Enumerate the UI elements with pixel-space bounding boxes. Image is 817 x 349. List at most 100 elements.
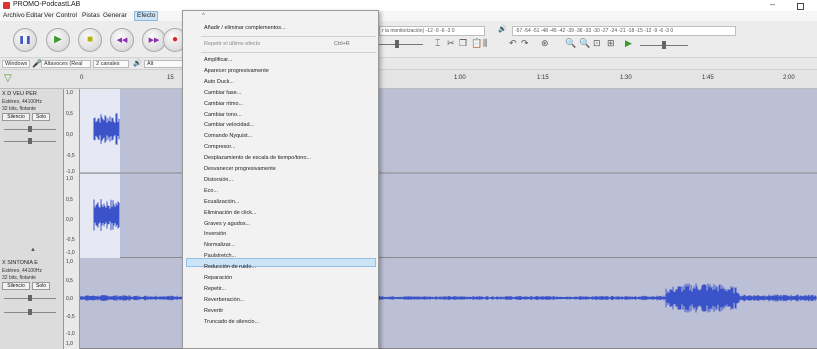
menu-item-effect[interactable]: Cambiar tono... [204,112,242,118]
menu-item-effect[interactable]: Truncado de silencio... [204,319,259,325]
redo-icon[interactable]: ↷ [521,38,529,49]
menu-item-effect[interactable]: Eco... [204,188,218,194]
menu-item-effect[interactable]: Graves y agudos... [204,221,250,227]
menu-item-effect[interactable]: Cambiar ritmo... [204,101,243,107]
menu-item-effect[interactable]: Amplificar... [204,57,232,63]
play-button[interactable]: ▶ [46,28,70,52]
channels-select[interactable]: 2 canales [93,60,129,68]
menu-item-effect[interactable]: Revertir [204,308,223,314]
menu-item-effect[interactable]: Reparación [204,275,232,281]
fit-project-icon[interactable]: ⊞ [607,38,615,49]
zoom-in-icon[interactable]: 🔍 [565,38,576,49]
menu-item-effect[interactable]: Comando Nyquist... [204,133,252,139]
menu-item-effect[interactable]: Auto Duck... [204,79,234,85]
menu-efecto[interactable]: Efecto [134,11,159,21]
menu-item-effect[interactable]: Paulstretch... [204,253,236,259]
sync-lock-icon[interactable]: ⊛ [541,38,549,49]
menu-control[interactable]: Control [56,12,77,19]
menu-item-effect[interactable]: Eliminación de click... [204,210,257,216]
maximize-button[interactable] [797,3,804,10]
speaker-icon: 🔊 [498,26,507,33]
playback-device-select[interactable]: Alt [144,60,184,68]
track-name[interactable]: X SINTONIA E [2,260,38,266]
tick-label: 15 [167,75,174,81]
scale-label: 0,0 [66,296,73,302]
play-speed-knob[interactable] [662,41,666,49]
mute-button[interactable]: Silencio [2,282,30,290]
play-at-speed-icon[interactable]: ▶ [625,38,632,49]
tick-label: 1:30 [620,75,632,81]
menu-pistas[interactable]: Pistas [82,12,100,19]
scroll-up-icon[interactable]: ^ [202,13,205,19]
solo-button[interactable]: Solo [32,282,50,290]
playback-meter[interactable]: -57 -54 -51 -48 -45 -42 -39 -36 -33 -30 … [512,26,736,36]
track-name[interactable]: X D VEU PER [2,91,37,97]
gain-knob[interactable] [28,126,32,132]
menu-item-effect[interactable]: Repetir... [204,286,226,292]
fit-selection-icon[interactable]: ⊡ [593,38,601,49]
menu-item-effect[interactable]: Cambiar fase... [204,90,241,96]
undo-icon[interactable]: ↶ [509,38,517,49]
scale-label: -0,5 [66,153,75,159]
pause-button[interactable]: ❚❚ [13,28,37,52]
menu-ver[interactable]: Ver [44,12,54,19]
recording-volume-slider[interactable] [379,44,423,45]
scale-label: -0,5 [66,314,75,320]
pan-knob[interactable] [28,309,32,315]
recording-device-select[interactable]: Altavoces (Real [41,60,91,68]
timeline-ruler[interactable]: ▽ 0 15 1:00 1:15 1:30 1:45 2:00 [0,70,817,89]
menu-archivo[interactable]: Archivo [3,12,25,19]
cut-icon[interactable]: ✂ [447,38,455,49]
amplitude-scale: 1,0 0,5 0,0 -0,5 -1,0 1,0 [64,258,80,349]
audio-host-select[interactable]: Windows [2,60,30,68]
window-title: PROMO-PodcastLAB [13,1,81,8]
zoom-out-icon[interactable]: 🔍 [579,38,590,49]
menu-item-effect[interactable]: Compresor... [204,144,235,150]
menu-item-effect[interactable]: Aparecer progresivamente [204,68,269,74]
menu-editar[interactable]: Editar [26,12,43,19]
menu-item-effect[interactable]: Normalizar... [204,242,235,248]
gain-knob[interactable] [28,295,32,301]
menu-item-effect[interactable]: Inversión [204,231,226,237]
gain-slider[interactable] [4,126,56,132]
recording-volume-knob[interactable] [395,40,399,48]
paste-icon[interactable]: 📋 [471,38,482,49]
toolbar: ❚❚ ▶ ■ ◀◀ ▶▶ ● r la monitorización) -12 … [0,21,817,58]
track-format: Estéreo, 44100Hz [2,99,43,105]
solo-button[interactable]: Solo [32,113,50,121]
collapse-track-icon[interactable]: ▲ [30,247,36,253]
scale-label: 1,0 [66,341,73,347]
stop-button[interactable]: ■ [78,28,102,52]
menu-item-effect[interactable]: Desvanecer progresivamente [204,166,276,172]
copy-icon[interactable]: ❐ [459,38,467,49]
track-control-panel[interactable]: X SINTONIA E Estéreo, 44100Hz 32 bits, f… [0,258,64,349]
skip-to-start-button[interactable]: ◀◀ [110,28,134,52]
mute-button[interactable]: Silencio [2,113,30,121]
track-control-panel[interactable]: X D VEU PER Estéreo, 44100Hz 32 bits, fl… [0,89,64,258]
timeline-options-icon[interactable]: ▽ [4,73,12,84]
scale-label: 0,0 [66,217,73,223]
recording-meter[interactable]: r la monitorización) -12 -9 -6 -3 0 [379,26,485,36]
scale-label: -1,0 [66,331,75,337]
pan-knob[interactable] [28,138,32,144]
menu-item-effect[interactable]: Reverberación... [204,297,244,303]
minimize-button[interactable]: – [770,0,775,9]
menu-item-add-remove-plugins[interactable]: Añadir / eliminar complementos... [204,25,286,31]
track-bitdepth: 32 bits, flotante [2,275,36,281]
pan-slider[interactable] [4,138,56,144]
menu-item-repeat-last[interactable]: Repetir el último efecto [204,41,260,47]
menu-item-effect[interactable]: Cambiar velocidad... [204,122,254,128]
menu-item-effect[interactable]: Reducción de ruido... [204,264,256,270]
silence-icon[interactable]: ⫼ [483,38,487,49]
skip-end-icon: ▶▶ [148,37,160,44]
pan-slider[interactable] [4,309,56,315]
track-format: Estéreo, 44100Hz [2,268,43,274]
menu-generar[interactable]: Generar [103,12,127,19]
menu-item-effect[interactable]: Ecualización... [204,199,239,205]
amplitude-scale: 1,0 0,5 0,0 -0,5 -1,0 1,0 0,5 0,0 -0,5 -… [64,89,80,258]
menu-item-effect[interactable]: Desplazamiento de escala de tiempo/tono.… [204,155,311,161]
app-icon [3,2,10,9]
trim-icon[interactable]: ⌶ [435,38,440,49]
gain-slider[interactable] [4,295,56,301]
menu-item-effect[interactable]: Distorsión... [204,177,233,183]
